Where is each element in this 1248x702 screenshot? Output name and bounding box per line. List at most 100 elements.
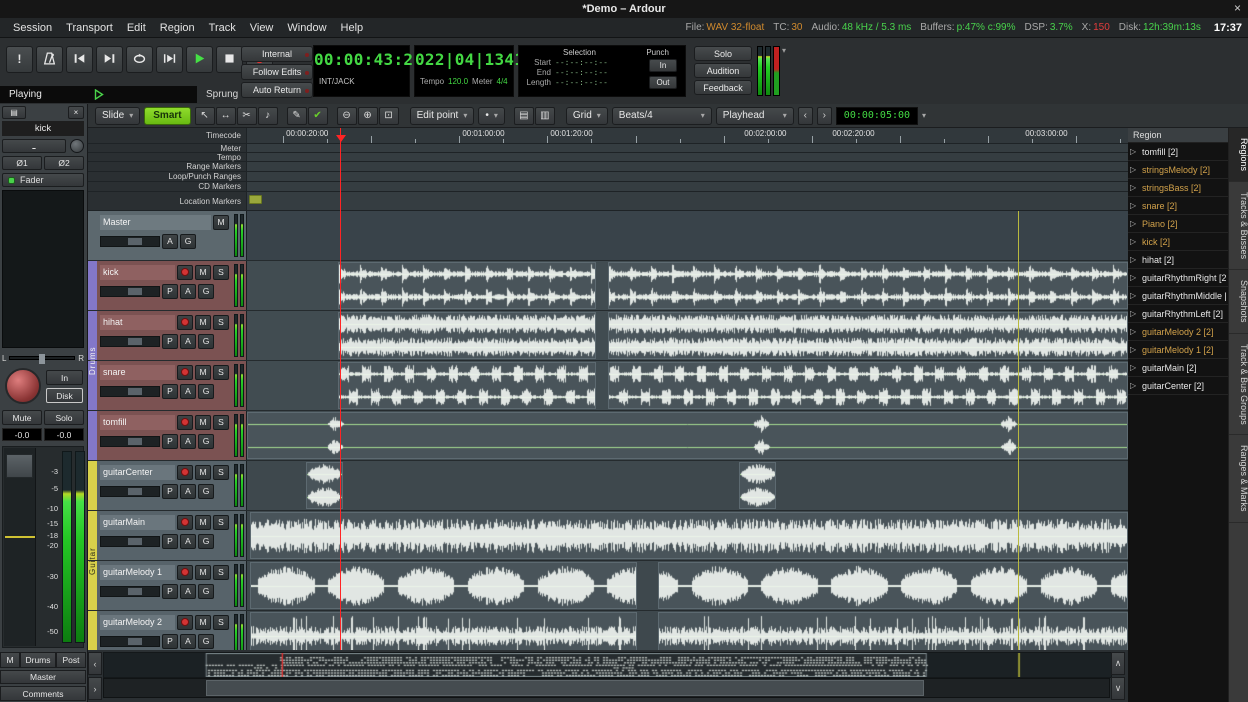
region-list-item[interactable]: ▷tomfill [2] [1128, 143, 1228, 161]
track-lane[interactable] [247, 561, 1128, 610]
strip-menu-button[interactable]: ▤ [2, 106, 26, 119]
mute-button[interactable]: M [213, 215, 229, 230]
marker-dropdown[interactable]: • ▾ [478, 107, 505, 125]
track-gain-fader[interactable] [100, 436, 160, 447]
track-gain-fader[interactable] [100, 236, 160, 247]
expand-arrow-icon[interactable]: ▷ [1130, 327, 1139, 336]
solo-button[interactable]: S [213, 415, 229, 430]
audio-region[interactable] [658, 562, 1128, 609]
selection-row-value[interactable]: --:--:--:-- [555, 58, 608, 68]
expand-arrow-icon[interactable]: ▷ [1130, 237, 1139, 246]
region-list-item[interactable]: ▷stringsBass [2] [1128, 179, 1228, 197]
track-lane[interactable] [247, 211, 1128, 260]
record-arm-button[interactable] [177, 515, 193, 530]
automation-button[interactable]: A [180, 584, 196, 599]
metronome-button[interactable] [36, 46, 63, 73]
gain-knob[interactable] [5, 368, 41, 404]
track-gain-fader[interactable] [100, 636, 160, 647]
track-name[interactable]: guitarCenter [100, 465, 175, 480]
meter-value[interactable]: 4/4 [497, 77, 508, 86]
range-tool-button[interactable]: ↔ [216, 107, 236, 125]
expand-arrow-icon[interactable]: ▷ [1130, 345, 1139, 354]
record-arm-button[interactable] [177, 265, 193, 280]
tab-snapshots[interactable]: Snapshots [1229, 270, 1248, 334]
audio-region[interactable] [247, 412, 1128, 459]
track-header[interactable]: guitarMelody 2MSPAG [88, 611, 247, 650]
chevron-down-icon[interactable]: ▾ [922, 111, 926, 120]
mute-button[interactable]: M [195, 515, 211, 530]
track-gain-fader[interactable] [100, 586, 160, 597]
mute-button[interactable]: M [195, 565, 211, 580]
solo-button[interactable]: S [213, 265, 229, 280]
group-button[interactable]: G [198, 534, 214, 549]
expand-arrow-icon[interactable]: ▷ [1130, 381, 1139, 390]
track-header[interactable]: guitarMainMSPAG [88, 511, 247, 560]
automation-button[interactable]: A [180, 634, 196, 649]
strip-close-button[interactable]: × [68, 106, 84, 119]
smart-mode-button[interactable]: Smart [144, 107, 190, 125]
expand-arrow-icon[interactable]: ▷ [1130, 183, 1139, 192]
track-lane[interactable] [247, 611, 1128, 650]
record-arm-button[interactable] [177, 365, 193, 380]
nudge-back-button[interactable]: ‹ [798, 107, 813, 125]
solo-button[interactable]: S [213, 565, 229, 580]
track-lane[interactable] [247, 511, 1128, 560]
mute-button[interactable]: M [195, 365, 211, 380]
trim-knob[interactable] [70, 139, 84, 153]
record-arm-button[interactable] [177, 565, 193, 580]
master-strip-button[interactable]: Master [0, 670, 86, 684]
strip-tab-drums[interactable]: Drums [20, 652, 56, 668]
region-list-item[interactable]: ▷guitarMelody 2 [2] [1128, 323, 1228, 341]
track-lane[interactable] [247, 261, 1128, 310]
track-lane[interactable] [247, 461, 1128, 510]
comments-button[interactable]: Comments [0, 686, 86, 701]
goto-start-button[interactable] [66, 46, 93, 73]
playhead-marker[interactable] [336, 135, 346, 142]
scroll-right-button[interactable]: › [88, 677, 102, 700]
meter-lane[interactable] [247, 144, 1128, 153]
group-label-guitar[interactable]: Guitar [88, 461, 97, 650]
solo-button[interactable]: S [213, 465, 229, 480]
track-lane[interactable] [247, 311, 1128, 360]
selection-row-value[interactable]: --:--:--:-- [555, 78, 608, 88]
grid-unit-dropdown[interactable]: Beats/4 ▾ [612, 107, 712, 125]
group-button[interactable]: G [198, 484, 214, 499]
scroll-up-button[interactable]: ∧ [1111, 652, 1125, 675]
nudge-clock[interactable]: 00:00:05:00 [836, 107, 918, 125]
loop-punch-ranges-lane[interactable] [247, 172, 1128, 182]
automation-button[interactable]: A [180, 434, 196, 449]
solo-button[interactable]: Solo [44, 410, 84, 425]
menu-region[interactable]: Region [153, 22, 202, 34]
timecode-lane[interactable]: 00:00:20:0000:01:00:0000:01:20:0000:02:0… [247, 128, 1128, 144]
mute-button[interactable]: M [195, 415, 211, 430]
audio-region[interactable] [338, 312, 596, 359]
track-name[interactable]: guitarMelody 1 [100, 565, 175, 580]
selection-row-value[interactable]: --:--:--:-- [555, 68, 608, 78]
input-monitor-button[interactable]: In [46, 370, 83, 385]
expand-arrow-icon[interactable]: ▷ [1130, 255, 1139, 264]
expand-arrow-icon[interactable]: ▷ [1130, 273, 1139, 282]
region-list-item[interactable]: ▷Piano [2] [1128, 215, 1228, 233]
playlist-button[interactable]: P [162, 634, 178, 649]
phase-1-button[interactable]: Ø1 [2, 156, 42, 170]
menu-transport[interactable]: Transport [59, 22, 120, 34]
solo-button[interactable]: S [213, 365, 229, 380]
record-arm-button[interactable] [177, 615, 193, 630]
tab-track-bus-groups[interactable]: Track & Bus Groups [1229, 334, 1248, 436]
processor-box[interactable] [2, 190, 84, 348]
audio-region[interactable] [250, 512, 1128, 559]
track-name[interactable]: guitarMain [100, 515, 175, 530]
audio-region[interactable] [608, 362, 1128, 409]
solo-button[interactable]: Solo [694, 46, 752, 61]
expand-arrow-icon[interactable]: ▷ [1130, 363, 1139, 372]
audition-button[interactable]: Audition [694, 63, 752, 78]
gain-display[interactable]: -0.0 [2, 428, 42, 441]
audio-region[interactable] [658, 612, 1128, 650]
snap-mode-dropdown[interactable]: Slide ▾ [95, 107, 140, 125]
track-header[interactable]: guitarMelody 1MSPAG [88, 561, 247, 610]
track-name[interactable]: guitarMelody 2 [100, 615, 175, 630]
track-gain-fader[interactable] [100, 486, 160, 497]
pan-slider[interactable] [9, 356, 75, 360]
solo-button[interactable]: S [213, 615, 229, 630]
automation-button[interactable]: A [180, 534, 196, 549]
